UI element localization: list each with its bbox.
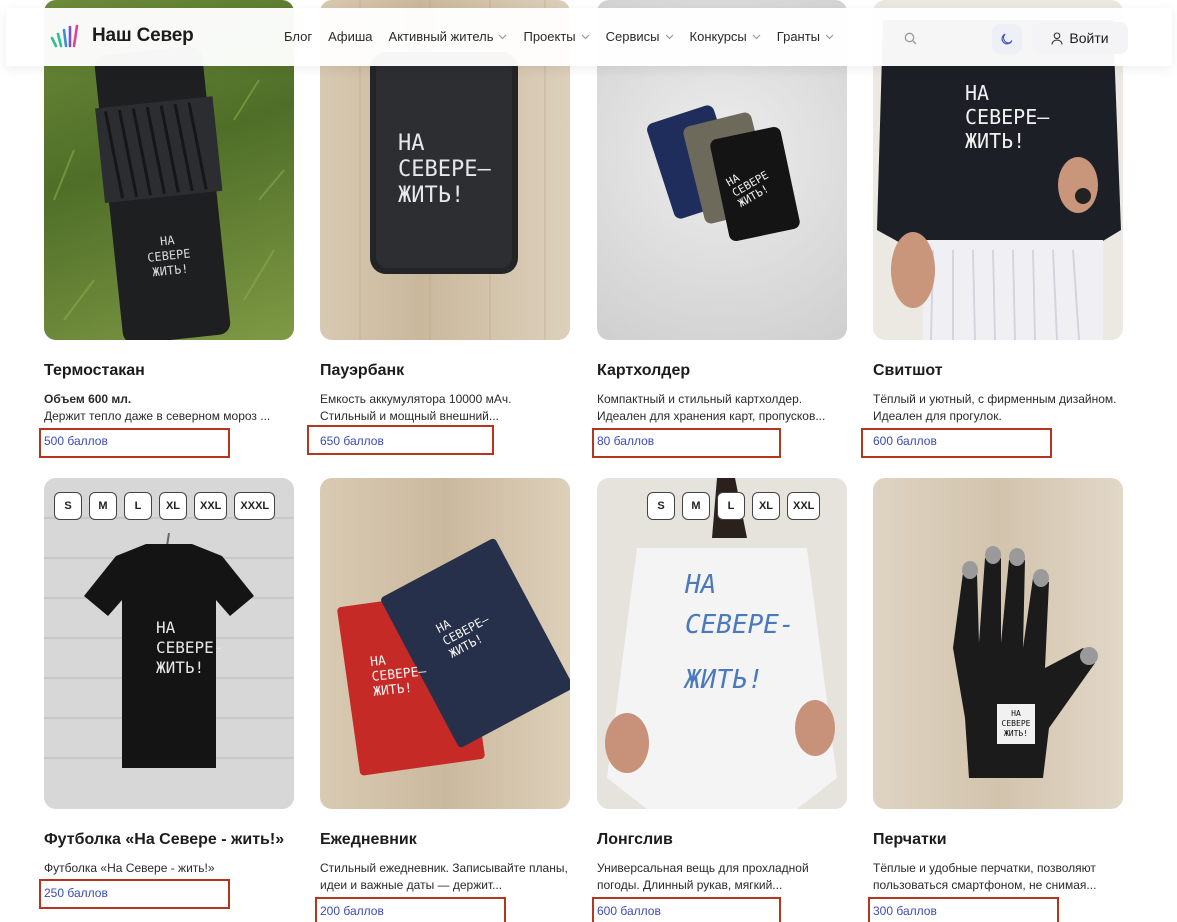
nav-label: Конкурсы <box>689 29 747 44</box>
svg-text:СЕВЕРЕ-: СЕВЕРЕ- <box>685 610 795 640</box>
svg-text:НА: НА <box>1011 709 1021 718</box>
price-highlight-box <box>592 428 781 458</box>
svg-text:НА: НА <box>159 233 176 249</box>
product-title[interactable]: Футболка «На Севере - жить!» <box>44 831 284 849</box>
gloves-photo: НА СЕВЕРЕ ЖИТЬ! <box>953 546 1098 778</box>
svg-text:СЕВЕРЕ–: СЕВЕРЕ– <box>965 105 1050 129</box>
nav-item-contests[interactable]: Конкурсы <box>690 29 761 44</box>
nav-label: Проекты <box>523 29 576 44</box>
product-description: Объем 600 мл. Держит тепло даже в северн… <box>44 391 294 425</box>
svg-text:ЖИТЬ!: ЖИТЬ! <box>965 129 1025 153</box>
moon-icon <box>1001 33 1013 45</box>
nav-item-services[interactable]: Сервисы <box>606 29 674 44</box>
product-title[interactable]: Картхолдер <box>597 362 690 380</box>
product-description: Футболка «На Севере - жить!» <box>44 861 215 875</box>
svg-text:ЖИТЬ!: ЖИТЬ! <box>156 658 204 677</box>
product-image[interactable]: НА СЕВЕРЕ- ЖИТЬ! S M L XL XXL <box>597 478 847 809</box>
longsleeve-photo: НА СЕВЕРЕ- ЖИТЬ! <box>605 478 837 809</box>
product-desc-text: Держит тепло даже в северном мороз ... <box>44 409 271 423</box>
svg-text:НА: НА <box>369 653 386 670</box>
product-title[interactable]: Ежедневник <box>320 831 417 849</box>
svg-text:СЕВЕРЕ—: СЕВЕРЕ— <box>398 157 491 182</box>
product-image[interactable]: НА СЕВЕРЕ— ЖИТЬ! НА СЕВЕРЕ— ЖИТЬ! <box>320 478 570 809</box>
svg-text:ЖИТЬ!: ЖИТЬ! <box>683 665 763 695</box>
svg-text:СЕВЕРЕ: СЕВЕРЕ <box>1002 719 1031 728</box>
price-highlight-box <box>39 428 230 458</box>
product-title[interactable]: Перчатки <box>873 831 947 849</box>
planner-photo: НА СЕВЕРЕ— ЖИТЬ! НА СЕВЕРЕ— ЖИТЬ! <box>337 538 570 776</box>
size-selector: S M L XL XXL XXXL <box>54 492 276 520</box>
user-icon <box>1051 31 1063 45</box>
nav-item-afisha[interactable]: Афиша <box>328 29 372 44</box>
price-highlight-box <box>39 879 230 909</box>
theme-toggle-button[interactable] <box>992 24 1022 54</box>
svg-text:НА: НА <box>684 570 716 600</box>
svg-text:СЕВЕРЕ-: СЕВЕРЕ- <box>156 638 223 657</box>
product-description: Тёплый и уютный, с фирменным дизайном. И… <box>873 392 1117 423</box>
product-volume: Объем 600 мл. <box>44 392 132 406</box>
brand-logo[interactable]: Наш Север <box>48 24 194 48</box>
nav-label: Активный житель <box>388 29 494 44</box>
size-option[interactable]: L <box>124 492 152 520</box>
size-option[interactable]: XXL <box>194 492 228 520</box>
price-highlight-box <box>861 428 1052 458</box>
login-button[interactable]: Войти <box>1032 22 1128 54</box>
brand-name: Наш Север <box>92 25 194 46</box>
size-option[interactable]: M <box>89 492 117 520</box>
nav-label: Блог <box>284 29 313 44</box>
product-image[interactable]: НА СЕВЕРЕ ЖИТЬ! <box>873 478 1123 809</box>
svg-text:ЖИТЬ!: ЖИТЬ! <box>398 183 464 208</box>
svg-text:ЖИТЬ!: ЖИТЬ! <box>1004 729 1028 738</box>
product-title[interactable]: Пауэрбанк <box>320 362 404 380</box>
product-image[interactable]: НА СЕВЕРЕ- ЖИТЬ! S M L XL XXL XXXL <box>44 478 294 809</box>
login-label: Войти <box>1069 30 1109 46</box>
price-highlight-box <box>307 425 494 455</box>
logo-icon <box>50 24 79 48</box>
product-title[interactable]: Свитшот <box>873 362 943 380</box>
product-title[interactable]: Термостакан <box>44 362 145 380</box>
size-option[interactable]: XL <box>752 492 780 520</box>
chevron-down-icon <box>581 34 590 39</box>
chevron-down-icon <box>752 34 761 39</box>
product-description: Стильный ежедневник. Записывайте планы, … <box>320 861 568 892</box>
svg-text:НА: НА <box>398 131 425 156</box>
product-description: Тёплые и удобные перчатки, позволяют пол… <box>873 861 1097 892</box>
price-highlight-box <box>315 897 506 922</box>
price-highlight-box <box>592 897 781 922</box>
search-icon[interactable] <box>904 32 917 45</box>
chevron-down-icon <box>665 34 673 39</box>
size-option[interactable]: S <box>647 492 675 520</box>
size-option[interactable]: XXL <box>787 492 821 520</box>
chevron-down-icon <box>499 34 507 39</box>
nav-label: Гранты <box>776 29 821 44</box>
product-description: Компактный и стильный картхолдер. Идеале… <box>597 392 826 423</box>
svg-text:НА: НА <box>156 618 176 637</box>
nav-label: Сервисы <box>605 29 660 44</box>
nav-item-active-resident[interactable]: Активный житель <box>389 29 508 44</box>
size-option[interactable]: M <box>682 492 710 520</box>
nav-item-blog[interactable]: Блог <box>284 29 312 44</box>
nav-label: Афиша <box>328 29 373 44</box>
product-description: Универсальная вещь для прохладной погоды… <box>597 861 809 892</box>
price-highlight-box <box>868 897 1059 922</box>
chevron-down-icon <box>825 34 834 39</box>
product-description: Емкость аккумулятора 10000 мАч. Стильный… <box>320 392 512 423</box>
size-selector: S M L XL XXL <box>647 492 821 520</box>
size-option[interactable]: XXXL <box>234 492 276 520</box>
site-header: Наш Север Блог Афиша Активный житель Про… <box>6 8 1172 66</box>
tshirt-photo: НА СЕВЕРЕ- ЖИТЬ! <box>44 478 294 809</box>
svg-text:НА: НА <box>965 81 989 105</box>
size-option[interactable]: S <box>54 492 82 520</box>
product-title[interactable]: Лонгслив <box>597 831 673 849</box>
size-option[interactable]: XL <box>159 492 187 520</box>
main-nav: Блог Афиша Активный житель Проекты Серви… <box>284 29 850 44</box>
nav-item-grants[interactable]: Гранты <box>777 29 834 44</box>
nav-item-projects[interactable]: Проекты <box>523 29 590 44</box>
size-option[interactable]: L <box>717 492 745 520</box>
